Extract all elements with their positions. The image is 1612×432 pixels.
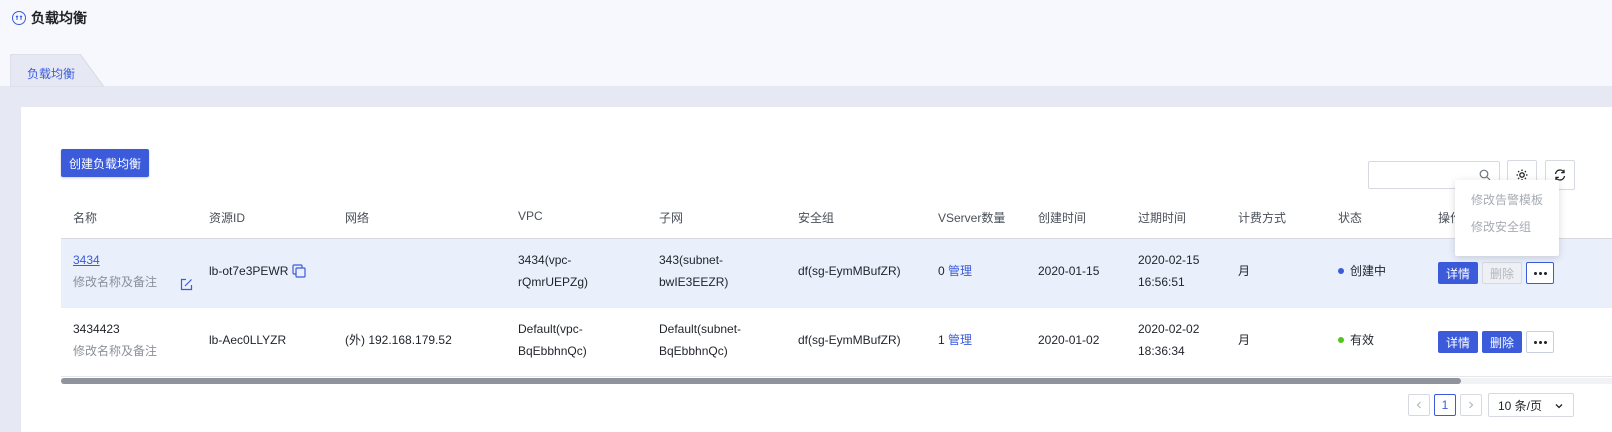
status-badge: 有效 bbox=[1338, 330, 1374, 351]
status-text: 创建中 bbox=[1350, 264, 1387, 278]
row-name: 3434423 bbox=[73, 322, 120, 336]
col-vpc: VPC bbox=[518, 209, 543, 223]
create-load-balancer-button[interactable]: 创建负载均衡 bbox=[61, 149, 149, 177]
row-vpc-line1: 3434(vpc- bbox=[518, 253, 572, 267]
chevron-down-icon bbox=[1555, 404, 1563, 409]
row-network: (外) 192.168.179.52 bbox=[345, 333, 452, 347]
row-billing: 月 bbox=[1238, 333, 1251, 347]
manage-link[interactable]: 管理 bbox=[948, 264, 972, 278]
page-header bbox=[0, 0, 1612, 86]
dropdown-item-edit-security-group[interactable]: 修改安全组 bbox=[1471, 218, 1531, 235]
row-security-group: df(sg-EymMBufZR) bbox=[798, 264, 901, 278]
page-title: 负载均衡 bbox=[12, 8, 87, 28]
col-status: 状态 bbox=[1338, 211, 1363, 225]
more-actions-button[interactable] bbox=[1526, 331, 1554, 353]
col-name: 名称 bbox=[73, 211, 98, 225]
tab-load-balancer[interactable]: 负载均衡 bbox=[10, 54, 106, 87]
row-created: 2020-01-02 bbox=[1038, 333, 1100, 347]
row-subnet-line2: bwIE3EEZR) bbox=[659, 275, 729, 289]
row-subnet-line1: Default(subnet- bbox=[659, 322, 742, 336]
delete-button[interactable]: 删除 bbox=[1482, 331, 1522, 353]
vserver-count: 1 bbox=[938, 333, 945, 347]
status-text: 有效 bbox=[1350, 333, 1375, 347]
more-dot-icon bbox=[1533, 340, 1537, 344]
col-created: 创建时间 bbox=[1038, 211, 1087, 225]
row-billing: 月 bbox=[1238, 264, 1251, 278]
page-size-label: 10 条/页 bbox=[1498, 398, 1543, 413]
page-number[interactable]: 1 bbox=[1434, 394, 1456, 416]
tab-label: 负载均衡 bbox=[27, 67, 76, 81]
detail-button[interactable]: 详情 bbox=[1438, 331, 1478, 353]
col-subnet: 子网 bbox=[659, 211, 684, 225]
chevron-right-icon bbox=[1469, 401, 1474, 409]
row-resource-id: lb-ot7e3PEWR bbox=[209, 264, 289, 278]
row-expire-time: 16:56:51 bbox=[1138, 275, 1185, 289]
col-expire: 过期时间 bbox=[1138, 211, 1187, 225]
row-expire-date: 2020-02-02 bbox=[1138, 322, 1200, 336]
col-security-group: 安全组 bbox=[798, 211, 835, 225]
table-header: 名称 资源ID 网络 VPC 子网 安全组 VServer数量 创建时间 过期时… bbox=[61, 202, 1612, 239]
row-vpc-line1: Default(vpc- bbox=[518, 322, 583, 336]
col-resource-id: 资源ID bbox=[209, 211, 246, 225]
edit-icon[interactable] bbox=[180, 278, 193, 291]
detail-button[interactable]: 详情 bbox=[1438, 262, 1478, 284]
row-vserver-cell: 1 管理 bbox=[938, 330, 972, 351]
load-balancer-icon bbox=[12, 11, 26, 25]
row-name-link[interactable]: 3434 bbox=[73, 250, 100, 271]
status-badge: 创建中 bbox=[1338, 261, 1386, 282]
row-security-group: df(sg-EymMBufZR) bbox=[798, 333, 901, 347]
row-remark[interactable]: 修改名称及备注 bbox=[73, 341, 157, 362]
chevron-left-icon bbox=[1416, 401, 1421, 409]
copy-icon[interactable] bbox=[292, 264, 306, 278]
status-dot bbox=[1338, 336, 1344, 343]
manage-link[interactable]: 管理 bbox=[948, 333, 972, 347]
prev-page-button[interactable] bbox=[1408, 394, 1430, 416]
row-resource-id: lb-Aec0LLYZR bbox=[209, 333, 287, 347]
more-actions-button[interactable] bbox=[1526, 262, 1554, 284]
row-subnet-line1: 343(subnet- bbox=[659, 253, 724, 267]
page-size-select[interactable]: 10 条/页 bbox=[1488, 393, 1574, 417]
table-row: 3434423 修改名称及备注 lb-Aec0LLYZR (外) 192.168… bbox=[61, 308, 1612, 377]
row-vserver-cell: 0 管理 bbox=[938, 261, 972, 282]
more-dot-icon bbox=[1543, 340, 1547, 344]
scrollbar-thumb[interactable] bbox=[61, 378, 1461, 384]
vserver-count: 0 bbox=[938, 264, 945, 278]
status-dot bbox=[1338, 267, 1344, 274]
next-page-button[interactable] bbox=[1460, 394, 1482, 416]
row-vpc-line2: rQmrUEPZg) bbox=[518, 275, 588, 289]
row-expire-time: 18:36:34 bbox=[1138, 344, 1185, 358]
dropdown-item-edit-alert-template[interactable]: 修改告警模板 bbox=[1471, 191, 1543, 208]
col-network: 网络 bbox=[345, 211, 370, 225]
more-dot-icon bbox=[1533, 271, 1537, 275]
delete-button[interactable]: 删除 bbox=[1482, 262, 1522, 284]
col-vserver-count: VServer数量 bbox=[938, 211, 1006, 225]
col-billing: 计费方式 bbox=[1238, 211, 1287, 225]
more-dot-icon bbox=[1538, 340, 1542, 344]
row-expire-date: 2020-02-15 bbox=[1138, 253, 1200, 267]
page-title-text: 负载均衡 bbox=[31, 10, 87, 26]
row-created: 2020-01-15 bbox=[1038, 264, 1100, 278]
row-subnet-line2: BqEbbhnQc) bbox=[659, 344, 728, 358]
table-row: 3434 修改名称及备注 lb-ot7e3PEWR 3434(vpc- rQmr… bbox=[61, 239, 1612, 308]
row-remark: 修改名称及备注 bbox=[73, 275, 158, 289]
row-vpc-line2: BqEbbhnQc) bbox=[518, 344, 587, 358]
more-dot-icon bbox=[1543, 271, 1547, 275]
more-actions-dropdown: 修改告警模板 修改安全组 bbox=[1455, 180, 1559, 256]
more-dot-icon bbox=[1538, 271, 1542, 275]
